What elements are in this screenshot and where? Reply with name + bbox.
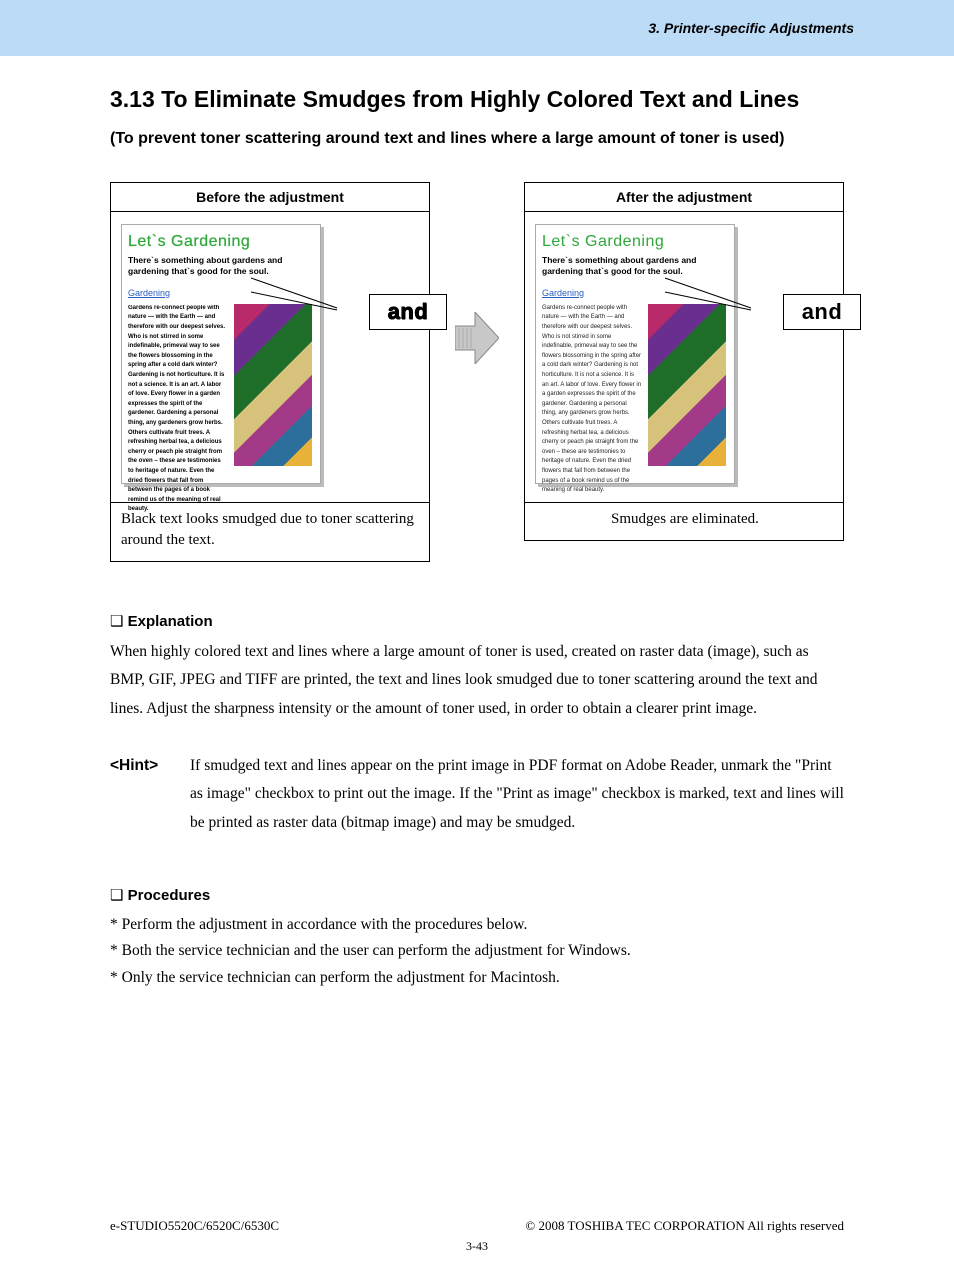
footer: e-STUDIO5520C/6520C/6530C © 2008 TOSHIBA… bbox=[0, 1218, 954, 1234]
procedures-list: Perform the adjustment in accordance wit… bbox=[110, 912, 844, 991]
and-box-before: and bbox=[369, 294, 447, 330]
footer-left: e-STUDIO5520C/6520C/6530C bbox=[110, 1218, 279, 1234]
sample-subheading: There`s something about gardens and gard… bbox=[128, 255, 314, 277]
procedure-item: Both the service technician and the user… bbox=[110, 938, 844, 964]
procedure-item: Only the service technician can perform … bbox=[110, 965, 844, 991]
page-body: 3.13 To Eliminate Smudges from Highly Co… bbox=[0, 56, 954, 991]
before-title: Before the adjustment bbox=[111, 183, 429, 212]
sample-subheading: There`s something about gardens and gard… bbox=[542, 255, 728, 277]
after-body: Let`s Gardening There`s something about … bbox=[525, 212, 843, 502]
sample-link: Gardening bbox=[128, 288, 170, 298]
sample-bodytext: Gardens re-connect people with nature — … bbox=[128, 304, 228, 515]
arrow-right-icon bbox=[455, 312, 499, 364]
sample-heading: Let`s Gardening bbox=[128, 233, 314, 251]
explanation-heading: Explanation bbox=[110, 612, 844, 630]
explanation-text: When highly colored text and lines where… bbox=[110, 638, 844, 724]
sample-photo bbox=[648, 304, 726, 466]
procedure-item: Perform the adjustment in accordance wit… bbox=[110, 912, 844, 938]
hint-text: If smudged text and lines appear on the … bbox=[190, 752, 844, 838]
hint-label: <Hint> bbox=[110, 752, 190, 838]
footer-right: © 2008 TOSHIBA TEC CORPORATION All right… bbox=[525, 1218, 844, 1234]
procedures-heading: Procedures bbox=[110, 886, 844, 904]
before-panel: Before the adjustment Let`s Gardening Th… bbox=[110, 182, 430, 562]
before-body: Let`s Gardening There`s something about … bbox=[111, 212, 429, 502]
section-subtitle: (To prevent toner scattering around text… bbox=[110, 125, 844, 154]
header-band: 3. Printer-specific Adjustments bbox=[0, 0, 954, 56]
section-title: 3.13 To Eliminate Smudges from Highly Co… bbox=[110, 86, 844, 113]
arrow-column bbox=[447, 182, 507, 364]
and-box-after: and bbox=[783, 294, 861, 330]
sample-link: Gardening bbox=[542, 288, 584, 298]
sample-bodytext: Gardens re-connect people with nature — … bbox=[542, 304, 642, 496]
sample-heading: Let`s Gardening bbox=[542, 233, 728, 251]
after-panel: After the adjustment Let`s Gardening The… bbox=[524, 182, 844, 541]
chapter-title: 3. Printer-specific Adjustments bbox=[648, 20, 854, 36]
after-sample: Let`s Gardening There`s something about … bbox=[535, 224, 735, 484]
hint-row: <Hint> If smudged text and lines appear … bbox=[110, 752, 844, 838]
comparison-row: Before the adjustment Let`s Gardening Th… bbox=[110, 182, 844, 562]
after-caption: Smudges are eliminated. bbox=[525, 502, 843, 540]
page-number: 3-43 bbox=[0, 1239, 954, 1254]
before-sample: Let`s Gardening There`s something about … bbox=[121, 224, 321, 484]
after-title: After the adjustment bbox=[525, 183, 843, 212]
sample-photo bbox=[234, 304, 312, 466]
